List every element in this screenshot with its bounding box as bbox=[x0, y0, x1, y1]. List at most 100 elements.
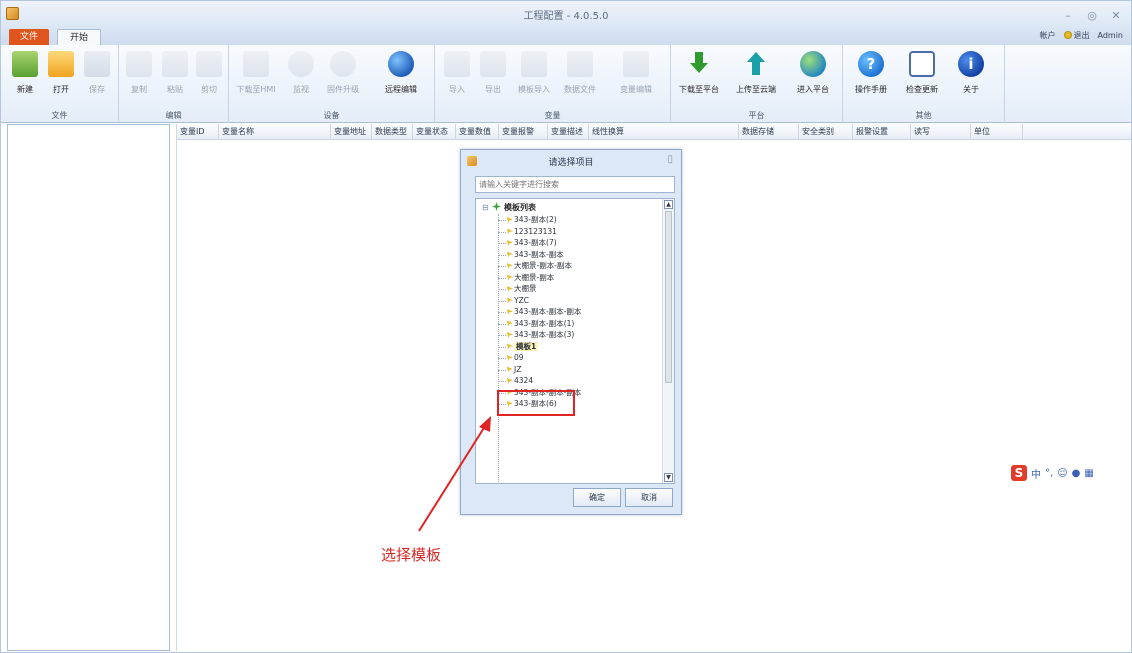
column-header[interactable]: 变量数值 bbox=[456, 124, 499, 140]
tree-item[interactable]: 大棚景-副本 bbox=[498, 272, 658, 284]
save-icon bbox=[84, 51, 110, 77]
paste-icon bbox=[162, 51, 188, 77]
template-leaf-icon bbox=[507, 251, 513, 258]
project-tree-panel[interactable] bbox=[7, 124, 170, 651]
column-header[interactable]: 数据类型 bbox=[372, 124, 413, 140]
column-header[interactable]: 变量描述 bbox=[548, 124, 589, 140]
new-button[interactable]: 新建 bbox=[7, 51, 43, 95]
tree-item-label: JZ bbox=[514, 364, 522, 374]
collapse-icon[interactable]: ⊟ bbox=[482, 202, 492, 214]
tree-item-label: 大棚景-副本 bbox=[514, 272, 555, 282]
close-icon[interactable]: ✕ bbox=[1109, 9, 1123, 23]
upload-cloud-label: 上传至云端 bbox=[736, 85, 776, 94]
upload-cloud-button[interactable]: 上传至云端 bbox=[731, 51, 781, 95]
firmware-upgrade-button[interactable]: 固件升级 bbox=[321, 51, 365, 95]
tree-item[interactable]: 模板1 bbox=[498, 341, 658, 353]
tree-scrollbar[interactable]: ▲ ▼ bbox=[662, 199, 674, 483]
select-project-dialog: 请选择项目 ▯ ⊟ 模板列表 343-副本(2) 123123131 343-副本(7… bbox=[460, 149, 682, 515]
column-header[interactable]: 数据存储 bbox=[739, 124, 799, 140]
tree-item-label: 大棚景-副本-副本 bbox=[514, 261, 572, 270]
monitor-button[interactable]: 监视 bbox=[283, 51, 319, 95]
variable-edit-button[interactable]: 变量编辑 bbox=[613, 51, 659, 95]
account-label[interactable]: 帐户 bbox=[1040, 30, 1056, 41]
ribbon: 新建 打开 保存 文件 复制 粘贴 剪切 编辑 下载至HMI 监视 固件升级 远… bbox=[1, 45, 1131, 123]
column-header[interactable]: 变量报警 bbox=[499, 124, 548, 140]
manual-button[interactable]: ? 操作手册 bbox=[849, 51, 893, 95]
column-header[interactable]: 线性换算 bbox=[589, 124, 739, 140]
group-label-file: 文件 bbox=[51, 111, 68, 120]
paste-button[interactable]: 粘贴 bbox=[157, 51, 193, 95]
column-header[interactable]: 变量名称 bbox=[219, 124, 331, 140]
template-search-input[interactable] bbox=[475, 176, 675, 193]
download-icon bbox=[243, 51, 269, 77]
logout-link[interactable]: 退出 bbox=[1063, 30, 1090, 41]
download-platform-button[interactable]: 下载至平台 bbox=[675, 51, 723, 95]
about-button[interactable]: i 关于 bbox=[953, 51, 989, 95]
template-tree[interactable]: ⊟ 模板列表 343-副本(2) 123123131 343-副本(7) 343-副本-… bbox=[475, 198, 675, 484]
template-leaf-icon bbox=[507, 378, 513, 384]
ime-mic-icon[interactable]: ● bbox=[1072, 468, 1081, 479]
tree-item[interactable]: 大棚景-副本-副本 bbox=[498, 260, 658, 272]
column-header[interactable]: 单位 bbox=[971, 124, 1023, 140]
save-button[interactable]: 保存 bbox=[79, 51, 115, 95]
tree-item-label: 343-副本-副本 bbox=[514, 249, 564, 259]
monitor-label: 监视 bbox=[293, 85, 309, 94]
tree-item[interactable]: 4324 bbox=[498, 375, 658, 387]
minimize-icon[interactable]: – bbox=[1061, 9, 1075, 23]
scroll-thumb[interactable] bbox=[665, 211, 672, 383]
cut-button[interactable]: 剪切 bbox=[191, 51, 227, 95]
tab-file[interactable]: 文件 bbox=[9, 29, 49, 45]
column-header[interactable]: 变量状态 bbox=[413, 124, 456, 140]
scroll-down-icon[interactable]: ▼ bbox=[664, 473, 673, 482]
export-label: 导出 bbox=[485, 85, 501, 94]
info-icon: i bbox=[958, 51, 984, 77]
cancel-button[interactable]: 取消 bbox=[625, 488, 673, 507]
tab-start[interactable]: 开始 bbox=[57, 29, 101, 45]
scroll-up-icon[interactable]: ▲ bbox=[664, 200, 673, 209]
ok-button[interactable]: 确定 bbox=[573, 488, 621, 507]
column-header[interactable]: 安全类别 bbox=[799, 124, 853, 140]
tree-item[interactable]: YZC bbox=[498, 295, 658, 307]
dialog-close-icon[interactable]: ▯ bbox=[667, 154, 673, 165]
ime-mode-label[interactable]: 中 bbox=[1031, 466, 1041, 481]
download-hmi-button[interactable]: 下载至HMI bbox=[233, 51, 279, 95]
tree-item[interactable]: 大棚景 bbox=[498, 283, 658, 295]
tree-item[interactable]: JZ bbox=[498, 364, 658, 376]
copy-button[interactable]: 复制 bbox=[121, 51, 157, 95]
tree-item[interactable]: 09 bbox=[498, 352, 658, 364]
column-header[interactable]: 报警设置 bbox=[853, 124, 911, 140]
column-header[interactable]: 读写 bbox=[911, 124, 971, 140]
column-header[interactable]: 变量地址 bbox=[331, 124, 372, 140]
tree-item-label: 343-副本-副本-副本 bbox=[514, 307, 582, 316]
tree-root[interactable]: ⊟ 模板列表 bbox=[482, 202, 536, 214]
tree-item[interactable]: 343-副本(7) bbox=[498, 237, 658, 249]
tree-item[interactable]: 343-副本(2) bbox=[498, 214, 658, 226]
check-update-button[interactable]: 检查更新 bbox=[899, 51, 945, 95]
ime-punct-icon[interactable]: °, bbox=[1045, 468, 1053, 479]
upload-arrow-icon bbox=[743, 51, 769, 77]
tree-item[interactable]: 123123131 bbox=[498, 226, 658, 238]
tree-item[interactable]: 343-副本-副本(3) bbox=[498, 329, 658, 341]
template-import-button[interactable]: 模板导入 bbox=[513, 51, 555, 95]
data-file-label: 数据文件 bbox=[564, 85, 596, 94]
group-other: ? 操作手册 检查更新 i 关于 其他 bbox=[843, 45, 1005, 123]
ime-toolbar[interactable]: S 中 °, ☺ ● ▦ bbox=[1011, 464, 1094, 482]
open-button[interactable]: 打开 bbox=[43, 51, 79, 95]
sogou-logo-icon: S bbox=[1011, 465, 1027, 481]
ime-emoji-icon[interactable]: ☺ bbox=[1057, 468, 1067, 479]
open-folder-icon bbox=[48, 51, 74, 77]
export-button[interactable]: 导出 bbox=[475, 51, 511, 95]
data-file-button[interactable]: 数据文件 bbox=[559, 51, 601, 95]
group-device: 下载至HMI 监视 固件升级 远程编辑 设备 bbox=[229, 45, 435, 123]
tree-item[interactable]: 343-副本-副本(1) bbox=[498, 318, 658, 330]
remote-edit-button[interactable]: 远程编辑 bbox=[377, 51, 425, 95]
enter-platform-button[interactable]: 进入平台 bbox=[789, 51, 837, 95]
tree-item-label: 大棚景 bbox=[514, 284, 537, 293]
import-button[interactable]: 导入 bbox=[439, 51, 475, 95]
tree-item[interactable]: 343-副本-副本 bbox=[498, 249, 658, 261]
tree-item[interactable]: 343-副本-副本-副本 bbox=[498, 306, 658, 318]
ime-keyboard-icon[interactable]: ▦ bbox=[1084, 468, 1093, 479]
column-header[interactable]: 变量ID bbox=[177, 124, 219, 140]
restore-icon[interactable]: ◎ bbox=[1085, 9, 1099, 23]
variable-edit-label: 变量编辑 bbox=[620, 85, 652, 94]
